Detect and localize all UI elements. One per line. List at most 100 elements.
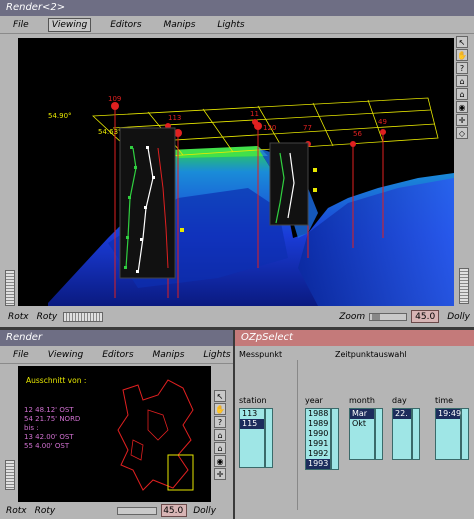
- list-item[interactable]: 1991: [306, 439, 330, 449]
- crosshair-icon[interactable]: ✛: [214, 468, 226, 480]
- window-title: Render<2>: [0, 0, 474, 16]
- terrain-scene: 109 113 11 120 77 56 49 54.90° 54.63°: [48, 95, 454, 306]
- menu-manips[interactable]: Manips: [161, 19, 199, 31]
- coord-line: 13 42.00' OST: [24, 433, 74, 441]
- list-item[interactable]: 1993: [306, 459, 330, 469]
- month-scrollbar[interactable]: [375, 408, 383, 460]
- coord-line: 54 21.75' NORD: [24, 415, 81, 423]
- rotx-label: Rotx: [6, 505, 27, 516]
- list-item[interactable]: 1992: [306, 449, 330, 459]
- roty-thumbwheel[interactable]: [63, 311, 104, 322]
- month-label: month: [349, 396, 375, 405]
- menu-editors[interactable]: Editors: [99, 349, 136, 361]
- menu-file[interactable]: File: [10, 349, 32, 361]
- render2-window: Render<2> File Viewing Editors Manips Li…: [0, 0, 474, 327]
- pin-label: 56: [353, 130, 362, 138]
- list-item[interactable]: 22.: [393, 409, 411, 419]
- home-set-icon[interactable]: ⌂: [456, 88, 468, 100]
- home-icon[interactable]: ⌂: [456, 75, 468, 87]
- list-item[interactable]: 1988: [306, 409, 330, 419]
- extent-heading: Ausschnitt von :: [26, 376, 87, 385]
- menu-lights[interactable]: Lights: [200, 349, 233, 361]
- zeitpunkt-heading: Zeitpunktauswahl: [335, 350, 407, 359]
- list-item[interactable]: 19:49: [436, 409, 461, 419]
- time-label: time: [435, 396, 454, 405]
- ozpselect-window: OZpSelect Messpunkt Zeitpunktauswahl sta…: [235, 330, 474, 519]
- arrow-icon[interactable]: ↖: [214, 390, 226, 402]
- left-scroll-track: [4, 40, 16, 306]
- question-icon[interactable]: ?: [214, 416, 226, 428]
- menu-lights[interactable]: Lights: [214, 19, 247, 31]
- list-item[interactable]: Mar: [350, 409, 374, 419]
- coord-line: 55 4.00' OST: [24, 442, 70, 450]
- menu-bar: File Viewing Editors Manips Lights: [0, 16, 474, 34]
- roty-label: Roty: [34, 505, 56, 516]
- zoom-slider[interactable]: [117, 506, 158, 515]
- day-label: day: [392, 396, 407, 405]
- viewer-toolbar: ↖ ✋ ? ⌂ ⌂ ◉ ✛: [214, 390, 230, 480]
- menu-editors[interactable]: Editors: [107, 19, 144, 31]
- station-scrollbar[interactable]: [265, 408, 273, 468]
- divider: [297, 360, 298, 510]
- dolly-label: Dolly: [193, 505, 217, 516]
- menu-viewing[interactable]: Viewing: [47, 17, 92, 32]
- hand-icon[interactable]: ✋: [214, 403, 226, 415]
- list-item[interactable]: 1990: [306, 429, 330, 439]
- dolly-thumbwheel[interactable]: [459, 268, 469, 304]
- window-title: OZpSelect: [235, 330, 474, 346]
- zoom-value-field[interactable]: 45.0: [161, 504, 188, 517]
- latitude-label: 54.63°: [98, 128, 122, 136]
- 3d-viewport[interactable]: 109 113 11 120 77 56 49 54.90° 54.63°: [18, 38, 454, 306]
- rotx-label: Rotx: [8, 311, 29, 322]
- viewer-bottom-bar: Rotx Roty 45.0 Dolly: [0, 502, 233, 519]
- coord-line: 12 48.12' OST: [24, 406, 74, 414]
- map-viewport[interactable]: Ausschnitt von : 12 48.12' OST 54 21.75'…: [18, 366, 211, 502]
- zoom-label: Zoom: [339, 311, 366, 322]
- list-item[interactable]: 115: [240, 419, 264, 429]
- home-set-icon[interactable]: ⌂: [214, 442, 226, 454]
- latitude-label: 54.90°: [48, 112, 72, 120]
- pin-label: 113: [168, 114, 181, 122]
- menu-manips[interactable]: Manips: [150, 349, 188, 361]
- home-icon[interactable]: ⌂: [214, 429, 226, 441]
- pin-label: 11: [250, 110, 259, 118]
- rotx-thumbwheel[interactable]: [5, 460, 15, 490]
- eye-icon[interactable]: ◉: [214, 455, 226, 467]
- zoom-slider[interactable]: [369, 312, 408, 321]
- window-title: Render: [0, 330, 233, 346]
- day-scrollbar[interactable]: [412, 408, 420, 460]
- zoom-value-field[interactable]: 45.0: [411, 310, 440, 323]
- viewer-toolbar: ↖ ✋ ? ⌂ ⌂ ◉ ✛ ◇: [456, 36, 472, 146]
- station-list[interactable]: 113 115: [239, 408, 265, 468]
- roty-label: Roty: [36, 311, 58, 322]
- rotx-thumbwheel[interactable]: [5, 270, 15, 306]
- year-list[interactable]: 1988 1989 1990 1991 1992 1993: [305, 408, 331, 470]
- perspective-icon[interactable]: ◇: [456, 127, 468, 139]
- list-item[interactable]: 113: [240, 409, 264, 419]
- eye-icon[interactable]: ◉: [456, 101, 468, 113]
- menu-file[interactable]: File: [10, 19, 32, 31]
- time-list[interactable]: 19:49: [435, 408, 461, 460]
- time-scrollbar[interactable]: [461, 408, 469, 460]
- list-item[interactable]: Okt: [350, 419, 374, 429]
- pin-label: 77: [303, 124, 312, 132]
- pin-label: 109: [108, 95, 121, 103]
- extent-coordinates: 12 48.12' OST 54 21.75' NORD bis : 13 42…: [24, 406, 80, 451]
- coastline-map: [117, 379, 194, 491]
- arrow-icon[interactable]: ↖: [456, 36, 468, 48]
- menu-viewing[interactable]: Viewing: [45, 349, 86, 361]
- day-list[interactable]: 22.: [392, 408, 412, 460]
- question-icon[interactable]: ?: [456, 62, 468, 74]
- render-window: Render File Viewing Editors Manips Light…: [0, 330, 233, 519]
- list-item[interactable]: 1989: [306, 419, 330, 429]
- dolly-label: Dolly: [447, 311, 470, 322]
- hand-icon[interactable]: ✋: [456, 49, 468, 61]
- pin-label: 120: [263, 124, 276, 132]
- month-list[interactable]: Mar Okt: [349, 408, 375, 460]
- pin-label: 49: [378, 118, 387, 126]
- year-scrollbar[interactable]: [331, 408, 339, 470]
- viewer-bottom-bar: Rotx Roty Zoom 45.0 Dolly: [0, 306, 474, 327]
- year-label: year: [305, 396, 323, 405]
- menu-bar: File Viewing Editors Manips Lights: [0, 346, 233, 364]
- crosshair-icon[interactable]: ✛: [456, 114, 468, 126]
